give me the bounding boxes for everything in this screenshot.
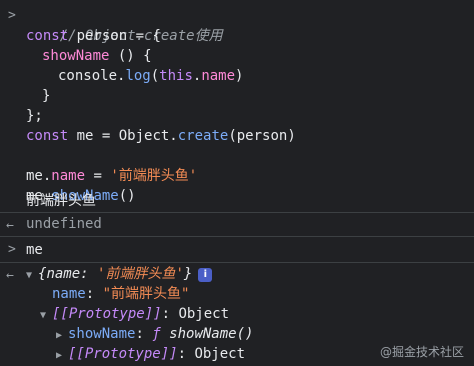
return-arrow-icon: ←: [6, 268, 14, 283]
console-input-me[interactable]: me: [26, 240, 43, 260]
code-text: (person): [228, 128, 296, 144]
code-text: };: [26, 108, 43, 124]
code-line-3[interactable]: showName () {: [42, 46, 152, 66]
prototype-value: Object: [178, 306, 230, 322]
collapsed-triangle-icon[interactable]: ▶: [56, 326, 68, 346]
divider: [0, 262, 474, 263]
code-text: person = {: [68, 28, 161, 44]
code-line-6[interactable]: };: [26, 106, 43, 126]
code-text: (: [150, 68, 160, 84]
devtools-console: > // Object.create使用 const person = { sh…: [0, 0, 474, 364]
code-text: me.: [26, 168, 52, 184]
code-property: showName: [42, 48, 110, 64]
function-symbol: ƒ: [152, 326, 161, 342]
expanded-triangle-icon[interactable]: ▼: [40, 306, 52, 326]
code-function: create: [177, 128, 229, 144]
code-line-comment[interactable]: // Object.create使用: [26, 6, 223, 44]
code-string: '前端胖头鱼': [110, 168, 198, 184]
expanded-triangle-icon[interactable]: ▼: [26, 266, 38, 286]
code-keyword: const: [26, 128, 69, 144]
code-text: me: [26, 242, 43, 258]
info-icon[interactable]: i: [198, 268, 213, 282]
input-prompt-icon: >: [8, 8, 16, 23]
code-text: console.: [58, 68, 126, 84]
code-line-2[interactable]: const person = {: [26, 26, 161, 46]
summary-value: '前端胖头鱼': [97, 266, 184, 282]
property-key: name: [52, 286, 86, 302]
tree-row-prototype[interactable]: ▼ [[Prototype]]: Object: [40, 304, 229, 324]
code-line-7[interactable]: const me = Object.create(person): [26, 126, 296, 146]
code-text: () {: [109, 48, 152, 64]
tree-row-showname[interactable]: ▶ showName: ƒ showName(): [56, 324, 253, 344]
method-value: showName(): [160, 326, 254, 342]
code-line-4[interactable]: console.log(this.name): [58, 66, 243, 86]
code-property: name: [201, 68, 236, 84]
code-text: ): [235, 68, 244, 84]
code-property: name: [51, 168, 86, 184]
divider: [0, 212, 474, 213]
code-keyword: this: [159, 68, 193, 84]
code-line-5[interactable]: }: [42, 86, 50, 106]
code-keyword: const: [26, 28, 69, 44]
watermark: @掘金技术社区: [379, 345, 464, 359]
summary-key: name: [46, 266, 81, 282]
code-text: (): [118, 188, 136, 204]
code-text: }: [42, 88, 51, 104]
input-prompt-icon: >: [8, 242, 16, 257]
return-arrow-icon: ←: [6, 218, 14, 233]
prototype-key: [[Prototype]]: [52, 306, 162, 322]
code-text: =: [85, 168, 111, 184]
prototype-value: Object: [194, 346, 246, 362]
object-summary[interactable]: ▼ {name: '前端胖头鱼'} i: [26, 264, 213, 286]
collapsed-triangle-icon[interactable]: ▶: [56, 346, 68, 366]
log-output: 前端胖头鱼: [26, 193, 96, 209]
tree-row-name[interactable]: name: "前端胖头鱼": [52, 284, 189, 304]
tree-row-prototype-2[interactable]: ▶ [[Prototype]]: Object: [56, 344, 245, 364]
code-text: me = Object.: [68, 128, 178, 144]
method-key: showName: [68, 326, 136, 342]
prototype-key: [[Prototype]]: [68, 346, 178, 362]
divider: [0, 236, 474, 237]
code-function: log: [125, 68, 151, 84]
property-value: "前端胖头鱼": [102, 286, 190, 302]
return-value: undefined: [26, 216, 102, 232]
code-line-9[interactable]: me.name = '前端胖头鱼': [26, 166, 197, 186]
